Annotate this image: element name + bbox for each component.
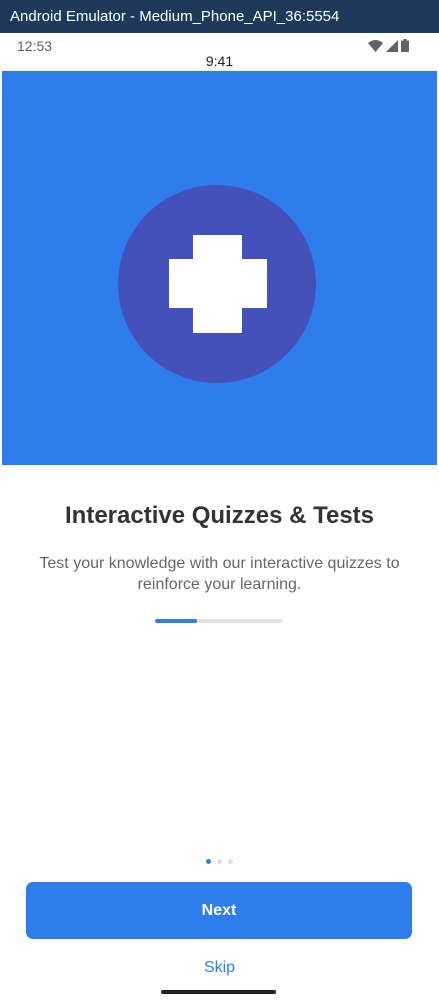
- hero-banner: [2, 71, 437, 465]
- phone-screen: 12:53 9:41 Interactive Quizzes & Tests T…: [2, 33, 437, 1003]
- battery-icon: [401, 39, 409, 52]
- skip-button[interactable]: Skip: [2, 959, 437, 977]
- status-bar: 12:53 9:41: [2, 33, 437, 71]
- page-indicator-dot: [206, 859, 211, 864]
- gesture-navigation-bar[interactable]: [161, 990, 276, 994]
- onboarding-description: Test your knowledge with our interactive…: [39, 555, 400, 593]
- cellular-signal-icon: [386, 40, 398, 52]
- page-indicator-dot: [228, 859, 233, 864]
- status-time: 12:53: [17, 38, 53, 54]
- app-clock: 9:41: [205, 53, 234, 69]
- onboarding-title: Interactive Quizzes & Tests: [65, 502, 374, 529]
- page-indicator-dot: [217, 859, 222, 864]
- status-icons: [368, 39, 409, 52]
- page-indicator: [2, 859, 437, 864]
- emulator-window-title: Android Emulator - Medium_Phone_API_36:5…: [0, 0, 439, 33]
- wifi-icon: [368, 40, 383, 52]
- next-button[interactable]: Next: [26, 882, 412, 939]
- progress-bar: [155, 619, 282, 623]
- progress-bar-fill: [155, 619, 197, 623]
